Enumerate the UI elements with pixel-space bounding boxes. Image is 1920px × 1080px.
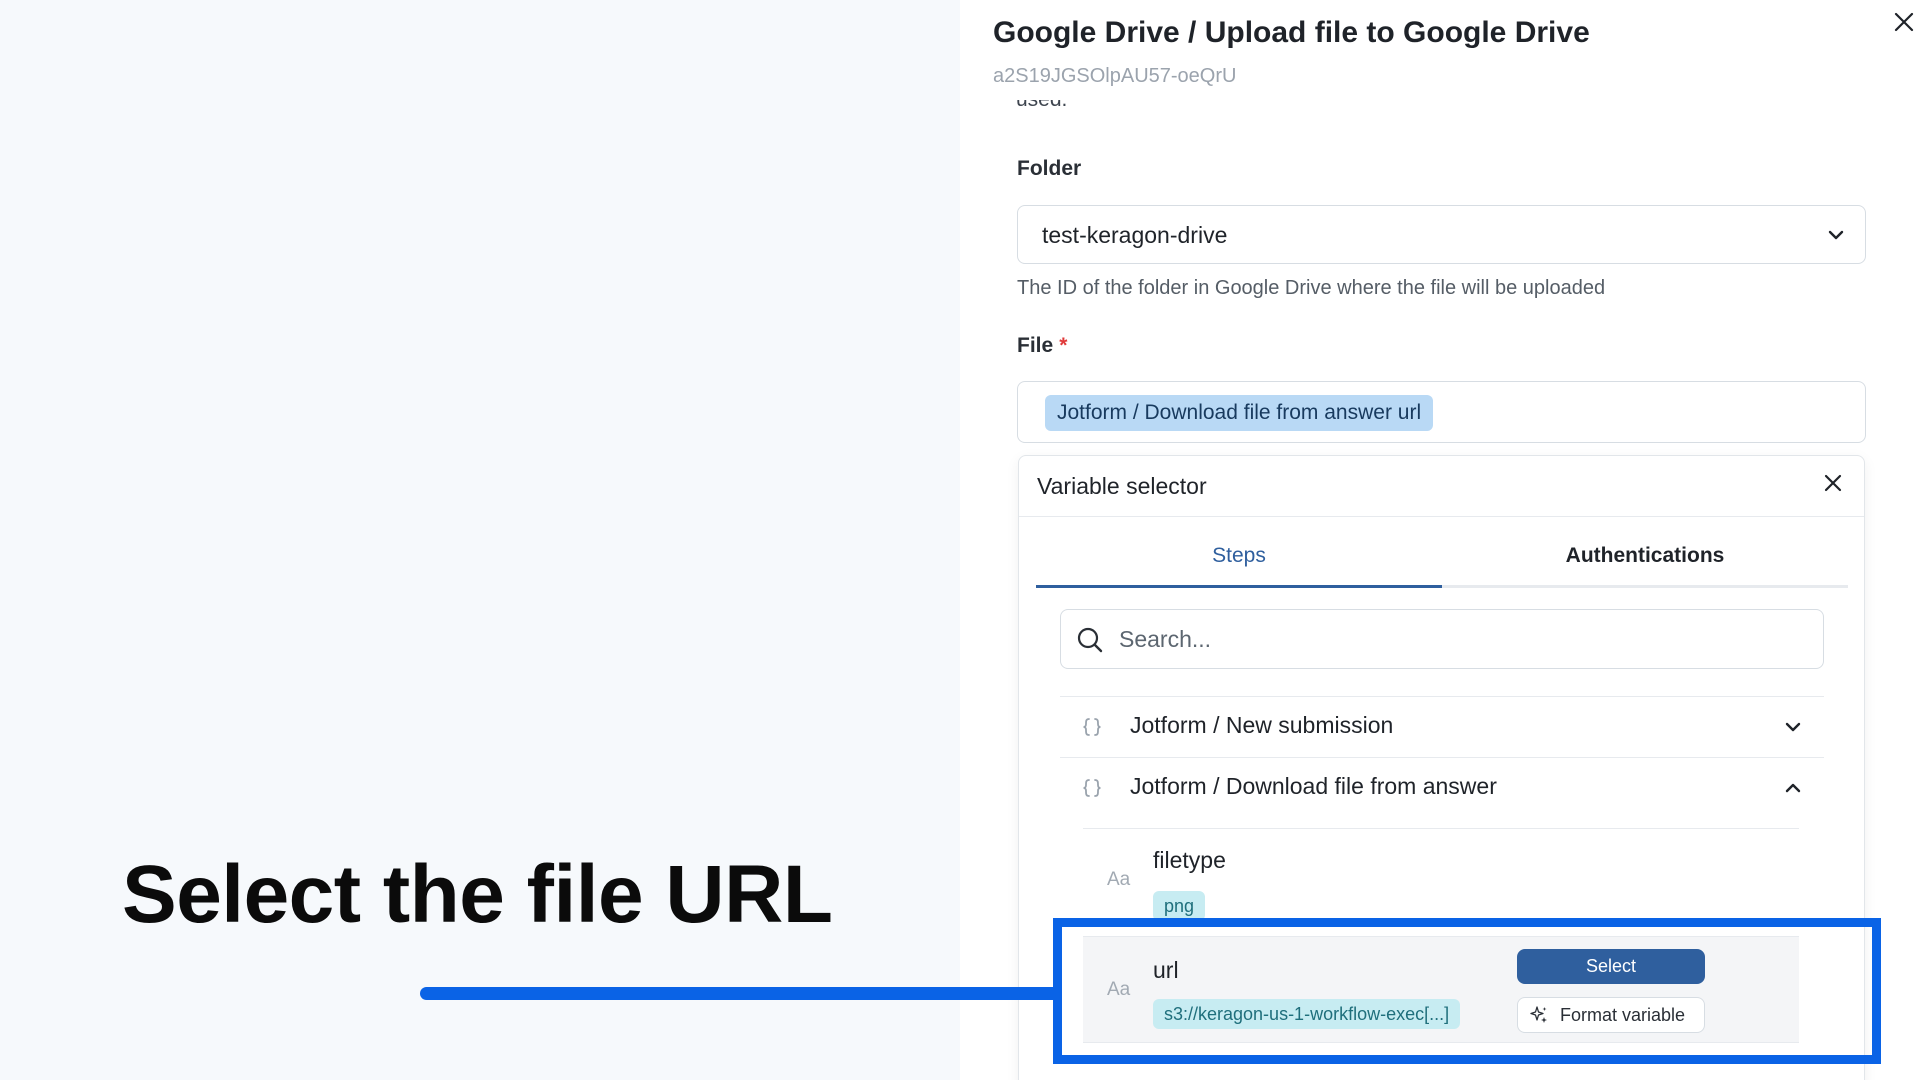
callout-highlight-box <box>1053 918 1881 1064</box>
search-input[interactable] <box>1119 622 1799 656</box>
folder-label: Folder <box>1017 157 1082 180</box>
variable-search <box>1060 609 1824 669</box>
braces-icon <box>1083 718 1101 736</box>
variable-value-chip: png <box>1153 891 1206 921</box>
folder-select-value: test-keragon-drive <box>1042 222 1228 248</box>
variable-selector-title: Variable selector <box>1037 473 1207 499</box>
panel-title: Google Drive / Upload file to Google Dri… <box>993 16 1590 49</box>
chevron-up-icon <box>1785 783 1801 793</box>
file-input[interactable]: Jotform / Download file from answer url <box>1017 381 1866 443</box>
tab-steps[interactable]: Steps <box>1036 540 1442 588</box>
panel-step-id: a2S19JGSOlpAU57-oeQrU <box>993 65 1237 87</box>
step-row[interactable]: Jotform / Download file from answer <box>1060 757 1824 817</box>
required-mark: * <box>1059 334 1068 357</box>
callout-connector-line <box>420 987 1060 1000</box>
chevron-down-icon <box>1828 230 1844 240</box>
search-icon <box>1077 627 1103 653</box>
step-label: Jotform / New submission <box>1130 712 1394 738</box>
tab-steps-label: Steps <box>1212 544 1266 567</box>
text-type-icon: Aa <box>1107 869 1131 890</box>
tutorial-background: Select the file URL <box>0 0 960 1080</box>
step-row[interactable]: Jotform / New submission <box>1060 696 1824 756</box>
variable-selector-header: Variable selector <box>1019 456 1864 517</box>
tab-authentications[interactable]: Authentications <box>1442 540 1848 588</box>
folder-select[interactable]: test-keragon-drive <box>1017 205 1866 264</box>
close-icon[interactable] <box>1890 8 1918 36</box>
file-variable-chip[interactable]: Jotform / Download file from answer url <box>1045 395 1434 431</box>
close-icon[interactable] <box>1820 470 1846 496</box>
scrolled-help-text: used. <box>1016 100 1316 122</box>
folder-help-text: The ID of the folder in Google Drive whe… <box>1017 277 1606 299</box>
tutorial-headline: Select the file URL <box>122 849 833 940</box>
file-label: File * <box>1017 334 1067 358</box>
tab-authentications-label: Authentications <box>1565 544 1725 567</box>
braces-icon <box>1083 779 1101 797</box>
file-label-text: File <box>1017 334 1054 357</box>
step-label: Jotform / Download file from answer <box>1130 773 1497 799</box>
variable-name: filetype <box>1153 847 1226 873</box>
chevron-down-icon <box>1785 722 1801 732</box>
